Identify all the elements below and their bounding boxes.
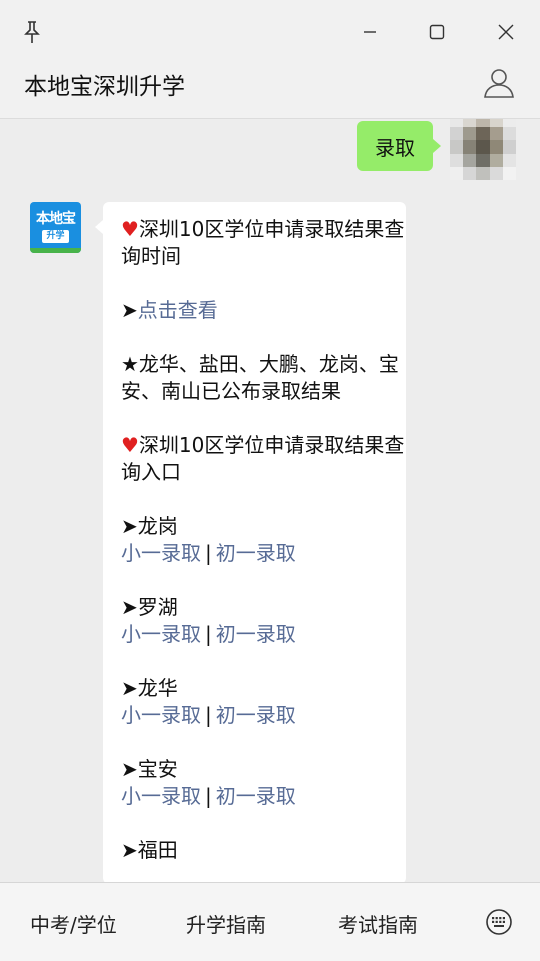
junior-admission-link[interactable]: 初一录取 (216, 784, 296, 808)
link-divider: | (205, 703, 212, 727)
close-icon[interactable] (492, 18, 520, 46)
district-name: 龙岗 (137, 514, 178, 538)
district-name: 宝安 (137, 757, 178, 781)
bot-avatar[interactable]: 本地宝 升学 (30, 202, 81, 253)
message-time-text: 深圳10区学位申请录取结果查询时间 (121, 217, 405, 268)
district-name: 龙华 (137, 676, 178, 700)
heart-icon: ♥ (121, 217, 139, 241)
junior-admission-link[interactable]: 初一录取 (216, 703, 296, 727)
entry-text: 深圳10区学位申请录取结果查询入口 (121, 433, 405, 484)
published-text: ★龙华、盐田、大鹏、龙岗、宝安、南山已公布录取结果 (121, 352, 399, 403)
heart-icon: ♥ (121, 433, 139, 457)
junior-admission-link[interactable]: 初一录取 (216, 622, 296, 646)
message-paragraph-entry: ♥深圳10区学位申请录取结果查询入口 (121, 432, 406, 486)
district-name: 罗湖 (137, 595, 178, 619)
profile-icon[interactable] (482, 66, 516, 100)
outgoing-message-text: 录取 (375, 135, 415, 160)
keyboard-icon[interactable] (485, 908, 513, 936)
district-block: ➤宝安 小一录取 | 初一录取 (121, 756, 406, 810)
menu-item-exam-guide[interactable]: 考试指南 (338, 909, 418, 938)
link-divider: | (205, 541, 212, 565)
arrow-icon: ➤ (121, 595, 138, 619)
bot-logo-stripe (30, 248, 81, 253)
menu-item-exam-school[interactable]: 中考/学位 (30, 909, 117, 938)
chat-header: 本地宝深圳升学 (0, 52, 540, 119)
bottom-menu-bar: 中考/学位 升学指南 考试指南 (0, 882, 540, 961)
arrow-icon: ➤ (121, 676, 138, 700)
primary-admission-link[interactable]: 小一录取 (121, 622, 201, 646)
outgoing-message[interactable]: 录取 (357, 121, 441, 171)
link-divider: | (205, 784, 212, 808)
menu-item-admission-guide[interactable]: 升学指南 (186, 909, 266, 938)
bot-logo-text: 本地宝 (36, 211, 76, 227)
user-avatar[interactable] (450, 119, 516, 180)
arrow-icon: ➤ (121, 838, 138, 862)
minimize-icon[interactable] (356, 18, 384, 46)
district-block: ➤龙华 小一录取 | 初一录取 (121, 675, 406, 729)
arrow-icon: ➤ (121, 514, 138, 538)
view-link[interactable]: 点击查看 (138, 298, 218, 322)
primary-admission-link[interactable]: 小一录取 (121, 784, 201, 808)
message-paragraph-time: ♥深圳10区学位申请录取结果查询时间 (121, 216, 406, 270)
message-paragraph-view: ➤点击查看 (121, 297, 406, 324)
maximize-icon[interactable] (423, 18, 451, 46)
district-name: 福田 (137, 838, 178, 862)
arrow-icon: ➤ (121, 298, 138, 322)
chat-title: 本地宝深圳升学 (24, 74, 185, 100)
arrow-icon: ➤ (121, 757, 138, 781)
district-block: ➤福田 (121, 837, 406, 864)
link-divider: | (205, 622, 212, 646)
district-block: ➤龙岗 小一录取 | 初一录取 (121, 513, 406, 567)
pin-icon[interactable] (18, 18, 46, 46)
incoming-message: ♥深圳10区学位申请录取结果查询时间 ➤点击查看 ★龙华、盐田、大鹏、龙岗、宝安… (95, 202, 406, 882)
message-paragraph-published: ★龙华、盐田、大鹏、龙岗、宝安、南山已公布录取结果 (121, 351, 406, 405)
chat-area[interactable]: 录取 本地宝 升学 ♥深圳10区学位申请录取结果查询时间 ➤点击查看 ★龙华、盐… (0, 119, 540, 882)
primary-admission-link[interactable]: 小一录取 (121, 541, 201, 565)
junior-admission-link[interactable]: 初一录取 (216, 541, 296, 565)
district-block: ➤罗湖 小一录取 | 初一录取 (121, 594, 406, 648)
bot-logo-sub: 升学 (42, 230, 69, 243)
primary-admission-link[interactable]: 小一录取 (121, 703, 201, 727)
